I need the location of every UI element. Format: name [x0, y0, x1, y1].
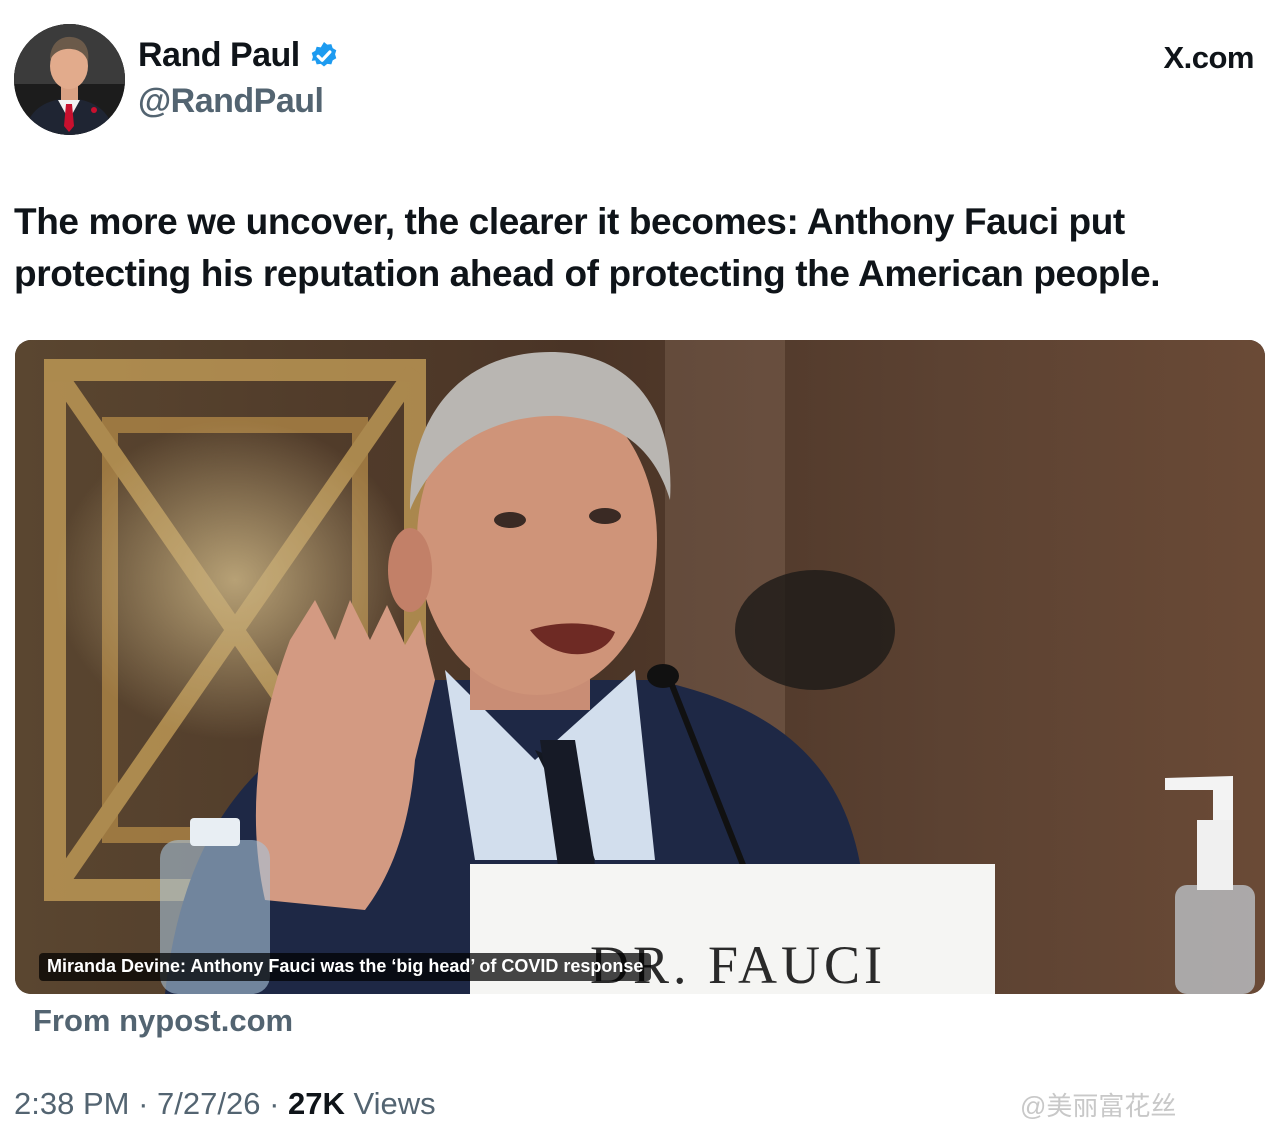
tweet-date[interactable]: 7/27/26 — [157, 1086, 260, 1121]
tweet-text: The more we uncover, the clearer it beco… — [14, 201, 1161, 294]
card-caption: Miranda Devine: Anthony Fauci was the ‘b… — [39, 953, 652, 981]
avatar-portrait — [14, 24, 125, 135]
site-label: X.com — [1163, 40, 1254, 75]
views-label: Views — [353, 1086, 436, 1121]
card-source-link[interactable]: From nypost.com — [33, 1003, 293, 1039]
author-handle[interactable]: @RandPaul — [138, 82, 324, 121]
card-photo: DR. FAUCI — [15, 340, 1265, 994]
link-card-image[interactable]: DR. FAUCI Miranda Devine: Anthony Fauci … — [15, 340, 1265, 994]
author-display-name[interactable]: Rand Paul — [138, 36, 300, 75]
verified-badge-icon — [311, 41, 337, 67]
tweet-meta: 2:38 PM · 7/27/26 · 27K Views — [14, 1086, 436, 1122]
author-name-row[interactable]: Rand Paul — [138, 36, 340, 75]
watermark: @美丽富花丝 — [1020, 1091, 1177, 1121]
avatar[interactable] — [14, 24, 125, 135]
views-count: 27K — [288, 1086, 345, 1121]
meta-separator: · — [138, 1086, 158, 1121]
meta-separator: · — [269, 1086, 289, 1121]
tweet-time[interactable]: 2:38 PM — [14, 1086, 129, 1121]
